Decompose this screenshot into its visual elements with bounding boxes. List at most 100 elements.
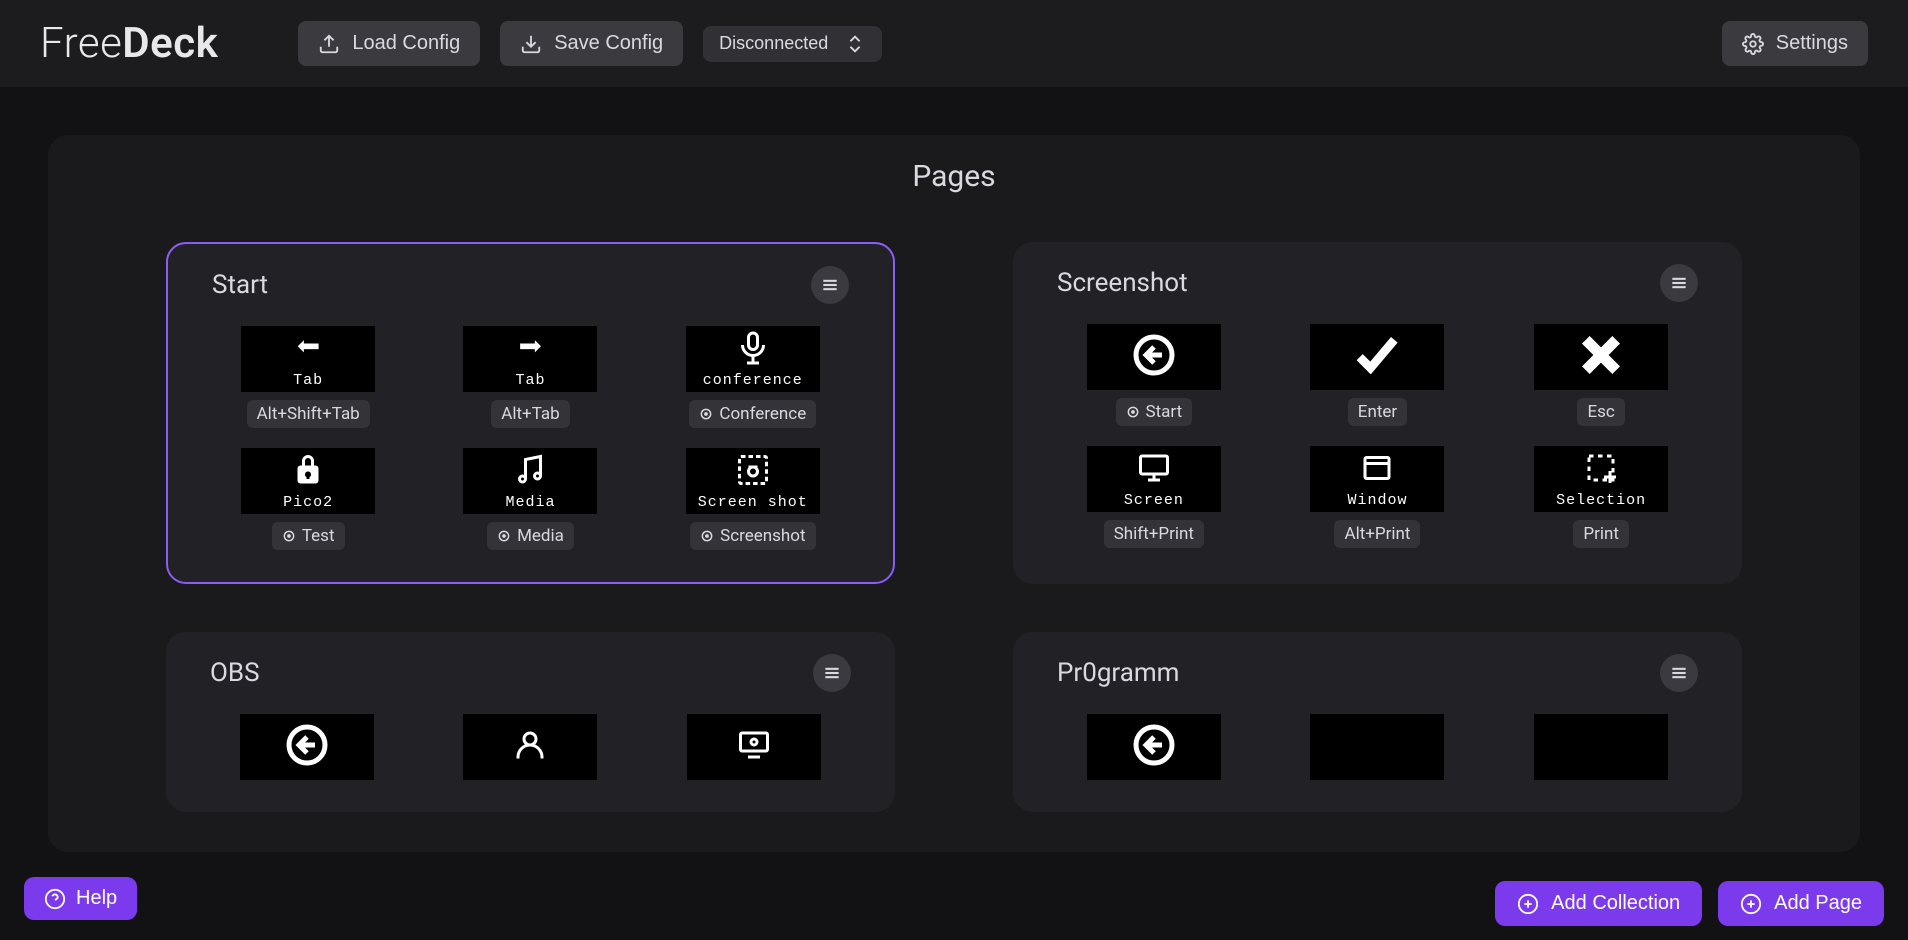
load-config-button[interactable]: Load Config	[298, 21, 480, 66]
key-cell[interactable]: Start	[1057, 324, 1251, 426]
key-cell[interactable]: Enter	[1281, 324, 1475, 426]
settings-button[interactable]: Settings	[1722, 21, 1868, 66]
key-glyph-icon: ➡	[518, 331, 542, 371]
page-card[interactable]: Start ⬅Tab Alt+Shift+Tab ➡ Tab Alt+Tab confere…	[166, 242, 895, 584]
key-image-label: Tab	[515, 373, 545, 388]
panel-title: Pages	[48, 159, 1860, 194]
key-image[interactable]: conference	[686, 326, 820, 392]
key-cell[interactable]: Screen shot Screenshot	[657, 448, 849, 550]
add-page-button[interactable]: Add Page	[1718, 881, 1884, 926]
key-cell[interactable]	[657, 714, 851, 780]
main-content: Pages Start ⬅Tab Alt+Shift+Tab ➡ Tab Alt+Tab c…	[0, 87, 1908, 940]
key-cell[interactable]: conference Conference	[657, 326, 849, 428]
key-image-label: Tab	[293, 373, 323, 388]
key-badge: Media	[487, 522, 574, 550]
key-cell[interactable]: ➡ Tab Alt+Tab	[434, 326, 626, 428]
key-grid	[1057, 714, 1698, 780]
page-card[interactable]: Pr0gramm	[1013, 632, 1742, 812]
key-image[interactable]	[1310, 714, 1444, 780]
key-image-label: Media	[505, 495, 555, 510]
key-glyph-icon	[1130, 721, 1178, 774]
hamburger-icon	[820, 275, 840, 295]
key-badge-label: Print	[1583, 524, 1619, 544]
key-cell[interactable]	[210, 714, 404, 780]
page-name: Pr0gramm	[1057, 658, 1179, 688]
key-cell[interactable]: Window Alt+Print	[1281, 446, 1475, 548]
key-image[interactable]	[1087, 324, 1221, 390]
key-image[interactable]	[1534, 714, 1668, 780]
key-grid: Start Enter Esc Screen Shift+Print Window Alt+…	[1057, 324, 1698, 548]
key-glyph-icon	[735, 452, 771, 493]
key-badge: Alt+Print	[1334, 520, 1420, 548]
connection-select[interactable]: Disconnected	[703, 26, 882, 62]
upload-icon	[318, 33, 340, 55]
key-badge-label: Alt+Tab	[501, 404, 559, 424]
key-image[interactable]	[1534, 324, 1668, 390]
key-badge-label: Test	[302, 526, 335, 546]
key-glyph-icon	[735, 330, 771, 371]
key-image-label: conference	[703, 373, 803, 388]
key-cell[interactable]: Selection Print	[1504, 446, 1698, 548]
key-badge: Print	[1573, 520, 1629, 548]
key-image[interactable]: Screen shot	[686, 448, 820, 514]
key-image[interactable]: ⬅Tab	[241, 326, 375, 392]
page-menu-button[interactable]	[1660, 264, 1698, 302]
pages-grid: Start ⬅Tab Alt+Shift+Tab ➡ Tab Alt+Tab confere…	[48, 242, 1860, 812]
key-image[interactable]	[1310, 324, 1444, 390]
key-badge: Shift+Print	[1104, 520, 1204, 548]
key-image[interactable]: Screen	[1087, 446, 1221, 512]
link-target-icon	[497, 529, 511, 543]
key-glyph-icon	[283, 721, 331, 774]
key-image[interactable]: Selection	[1534, 446, 1668, 512]
key-cell[interactable]	[1504, 714, 1698, 780]
add-page-label: Add Page	[1774, 892, 1862, 915]
chevron-up-down-icon	[844, 33, 866, 55]
help-icon	[44, 888, 66, 910]
key-badge: Alt+Shift+Tab	[247, 400, 370, 428]
key-cell[interactable]: Esc	[1504, 324, 1698, 426]
key-image[interactable]	[1087, 714, 1221, 780]
page-name: Screenshot	[1057, 268, 1188, 298]
page-menu-button[interactable]	[813, 654, 851, 692]
key-cell[interactable]: Media Media	[434, 448, 626, 550]
key-cell[interactable]	[1057, 714, 1251, 780]
key-cell[interactable]: ⬅Tab Alt+Shift+Tab	[212, 326, 404, 428]
save-config-label: Save Config	[554, 32, 663, 55]
page-name: OBS	[210, 658, 260, 688]
page-card[interactable]: OBS	[166, 632, 895, 812]
page-name: Start	[212, 270, 268, 300]
help-button[interactable]: Help	[24, 877, 137, 920]
page-card[interactable]: Screenshot Start Enter Esc Screen Shift+Print…	[1013, 242, 1742, 584]
footer-actions: Add Collection Add Page	[1495, 881, 1884, 926]
key-badge-label: Conference	[719, 404, 806, 424]
key-cell[interactable]: Pico2 Test	[212, 448, 404, 550]
key-cell[interactable]: Screen Shift+Print	[1057, 446, 1251, 548]
key-cell[interactable]	[1281, 714, 1475, 780]
page-menu-button[interactable]	[1660, 654, 1698, 692]
key-cell[interactable]	[434, 714, 628, 780]
key-badge: Test	[272, 522, 345, 550]
key-image[interactable]	[240, 714, 374, 780]
key-badge-label: Media	[517, 526, 564, 546]
key-glyph-icon	[512, 727, 548, 768]
key-image[interactable]: Media	[463, 448, 597, 514]
settings-label: Settings	[1776, 32, 1848, 55]
key-grid	[210, 714, 851, 780]
key-image[interactable]	[687, 714, 821, 780]
key-badge-label: Esc	[1587, 402, 1614, 422]
link-target-icon	[699, 407, 713, 421]
key-badge: Start	[1116, 398, 1193, 426]
hamburger-icon	[1669, 663, 1689, 683]
key-image[interactable]: Pico2	[241, 448, 375, 514]
key-badge-label: Screenshot	[720, 526, 805, 546]
app-logo: FreeDeck	[40, 19, 218, 68]
save-config-button[interactable]: Save Config	[500, 21, 683, 66]
key-badge-label: Alt+Shift+Tab	[257, 404, 360, 424]
key-image[interactable]	[463, 714, 597, 780]
key-image-label: Window	[1347, 493, 1407, 508]
key-image[interactable]: Window	[1310, 446, 1444, 512]
page-menu-button[interactable]	[811, 266, 849, 304]
add-collection-button[interactable]: Add Collection	[1495, 881, 1702, 926]
app-header: FreeDeck Load Config Save Config Disconn…	[0, 0, 1908, 87]
key-image[interactable]: ➡ Tab	[463, 326, 597, 392]
